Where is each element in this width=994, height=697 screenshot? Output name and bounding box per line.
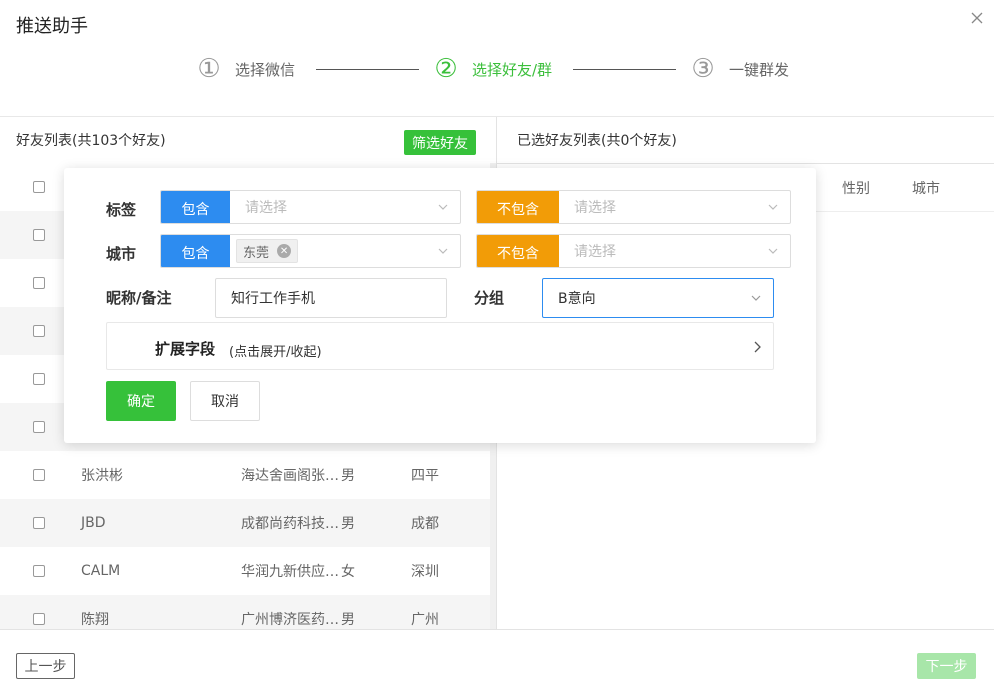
row-checkbox[interactable] (33, 565, 45, 577)
extended-fields-toggle[interactable]: 扩展字段 (点击展开/收起) (106, 322, 774, 370)
step-indicator: ① 选择微信 ② 选择好友/群 ③ 一键群发 (0, 52, 994, 86)
group-select[interactable]: B意向 (542, 278, 774, 318)
step-2: ② 选择好友/群 (433, 52, 552, 86)
friend-gender: 男 (341, 612, 355, 628)
row-checkbox[interactable] (33, 373, 45, 385)
step-1-number: ① (197, 54, 221, 84)
tag-include-button[interactable]: 包含 (161, 191, 230, 223)
city-include-button[interactable]: 包含 (161, 235, 230, 267)
header-divider (0, 116, 994, 117)
select-all-checkbox[interactable] (33, 181, 45, 193)
step-2-label: 选择好友/群 (472, 60, 553, 79)
city-label: 城市 (106, 245, 137, 263)
tag-include-placeholder: 请选择 (245, 200, 287, 216)
friend-city: 深圳 (411, 564, 439, 580)
footer-divider (0, 629, 994, 630)
cancel-button[interactable]: 取消 (190, 381, 260, 421)
friend-note: 华润九新供应链管理 (241, 564, 341, 580)
chip-remove-icon[interactable]: ✕ (277, 244, 292, 258)
friend-name: 张洪彬 (81, 468, 123, 484)
chevron-down-icon (768, 204, 778, 210)
chevron-down-icon (438, 248, 448, 254)
step-2-number: ② (434, 54, 458, 84)
selected-list-title: 已选好友列表(共0个好友) (517, 133, 677, 149)
nickname-value: 知行工作手机 (231, 291, 315, 307)
table-row[interactable]: 张洪彬 海达舍画阁张先生 男 四平 (0, 451, 490, 499)
table-row[interactable]: JBD 成都尚药科技有限公司 男 成都 (0, 499, 490, 547)
tag-exclude-placeholder: 请选择 (574, 200, 616, 216)
column-header-gender: 性别 (842, 181, 870, 197)
tag-label: 标签 (106, 201, 137, 219)
row-checkbox[interactable] (33, 325, 45, 337)
step-3: ③ 一键群发 (690, 52, 789, 86)
city-chip-label: 东莞 (243, 245, 270, 261)
friend-list-title: 好友列表(共103个好友) (16, 133, 166, 149)
chevron-down-icon (751, 295, 761, 301)
city-chip: 东莞 ✕ (236, 239, 299, 263)
row-checkbox[interactable] (33, 613, 45, 625)
step-1-label: 选择微信 (235, 60, 296, 79)
step-3-label: 一键群发 (729, 60, 790, 79)
filter-friends-button[interactable]: 筛选好友 (404, 130, 476, 155)
row-checkbox[interactable] (33, 421, 45, 433)
tag-exclude-button[interactable]: 不包含 (477, 191, 559, 223)
friend-gender: 男 (341, 516, 355, 532)
friend-city: 广州 (411, 612, 439, 628)
city-exclude-placeholder: 请选择 (574, 244, 616, 260)
table-row[interactable]: 陈翔 广州博济医药有限公司 男 广州 (0, 595, 490, 629)
row-checkbox[interactable] (33, 229, 45, 241)
extended-fields-hint: (点击展开/收起) (229, 345, 322, 360)
city-exclude-button[interactable]: 不包含 (477, 235, 559, 267)
chevron-down-icon (768, 248, 778, 254)
chevron-right-icon (754, 341, 761, 353)
nickname-label: 昵称/备注 (106, 289, 172, 307)
tag-exclude-select[interactable]: 不包含 请选择 (476, 190, 791, 224)
friend-city: 四平 (411, 468, 439, 484)
friend-note: 广州博济医药有限公司 (241, 612, 341, 628)
friend-city: 成都 (411, 516, 439, 532)
friend-name: 陈翔 (81, 612, 109, 628)
row-checkbox[interactable] (33, 277, 45, 289)
step-connector (573, 69, 676, 70)
row-checkbox[interactable] (33, 469, 45, 481)
friend-gender: 男 (341, 468, 355, 484)
column-header-city: 城市 (912, 181, 940, 197)
city-include-select[interactable]: 包含 东莞 ✕ (160, 234, 461, 268)
friend-gender: 女 (341, 564, 355, 580)
extended-fields-title: 扩展字段 (155, 340, 216, 358)
next-step-button[interactable]: 下一步 (917, 653, 976, 679)
right-header-divider (497, 163, 994, 164)
step-connector (316, 69, 419, 70)
close-icon[interactable] (969, 10, 985, 26)
row-checkbox[interactable] (33, 517, 45, 529)
friend-note: 海达舍画阁张先生 (241, 468, 341, 484)
group-label: 分组 (474, 289, 505, 307)
filter-popover: 标签 包含 请选择 不包含 请选择 城市 包含 东莞 ✕ 不包含 请选择 昵称/… (64, 168, 816, 443)
nickname-input[interactable]: 知行工作手机 (215, 278, 447, 318)
table-row[interactable]: CALM 华润九新供应链管理 女 深圳 (0, 547, 490, 595)
page-title: 推送助手 (16, 16, 88, 37)
friend-name: CALM (81, 563, 121, 579)
friend-name: JBD (81, 515, 106, 531)
step-3-number: ③ (691, 54, 715, 84)
prev-step-button[interactable]: 上一步 (16, 653, 75, 679)
friend-note: 成都尚药科技有限公司 (241, 516, 341, 532)
tag-include-select[interactable]: 包含 请选择 (160, 190, 461, 224)
confirm-button[interactable]: 确定 (106, 381, 176, 421)
group-value: B意向 (558, 291, 596, 307)
city-exclude-select[interactable]: 不包含 请选择 (476, 234, 791, 268)
step-1: ① 选择微信 (196, 52, 295, 86)
chevron-down-icon (438, 204, 448, 210)
